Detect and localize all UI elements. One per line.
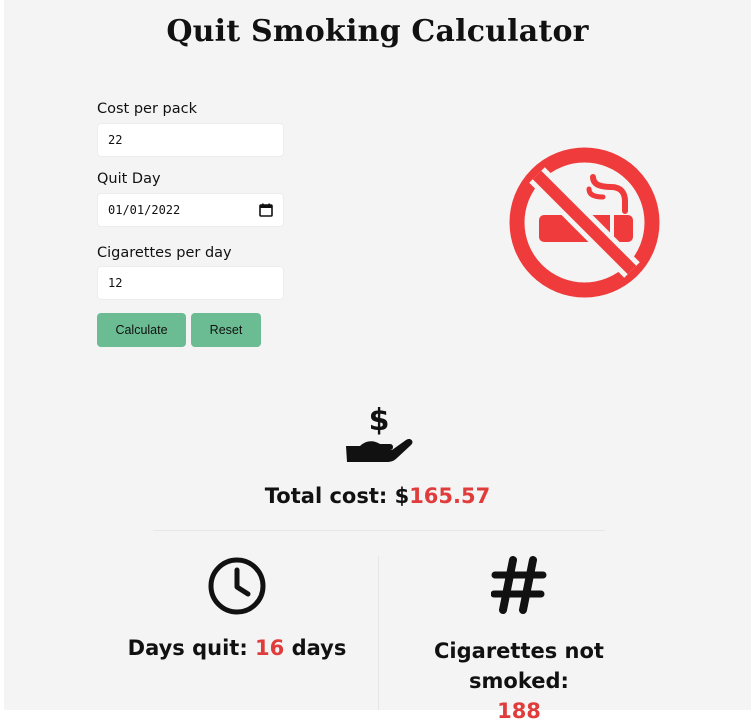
calculate-button[interactable]: Calculate — [97, 313, 186, 347]
quit-day-label: Quit Day — [97, 171, 161, 187]
calculator-page: Quit Smoking Calculator Cost per pack 22… — [4, 0, 751, 723]
results-divider — [153, 530, 605, 531]
days-quit-value: 16 — [255, 636, 285, 660]
reset-button[interactable]: Reset — [191, 313, 261, 347]
not-smoked-text: Cigarettes not smoked: 188 — [384, 636, 654, 726]
quit-day-value: 01/01/2022 — [108, 203, 181, 217]
results-column-divider — [378, 556, 379, 710]
cigarettes-per-day-label: Cigarettes per day — [97, 245, 232, 261]
hand-holding-dollar-icon: $ — [344, 402, 414, 464]
no-smoking-icon — [509, 147, 660, 298]
svg-text:$: $ — [369, 403, 390, 438]
cost-per-pack-input[interactable]: 22 — [97, 123, 284, 157]
cigarettes-per-day-value: 12 — [108, 276, 123, 290]
total-cost-label: Total cost: $ — [264, 484, 410, 508]
total-cost-value: 165.57 — [409, 484, 491, 508]
days-quit-label: Days quit: — [127, 636, 256, 660]
total-cost-text: Total cost: $165.57 — [4, 484, 751, 508]
quit-day-date-input[interactable]: 01/01/2022 — [97, 193, 284, 227]
cost-per-pack-label: Cost per pack — [97, 101, 197, 117]
cost-per-pack-value: 22 — [108, 133, 123, 147]
page-title: Quit Smoking Calculator — [166, 14, 589, 49]
not-smoked-label: Cigarettes not smoked: — [434, 639, 604, 693]
calendar-icon[interactable] — [259, 203, 273, 217]
days-quit-text: Days quit: 16 days — [54, 636, 420, 660]
not-smoked-value: 188 — [497, 699, 541, 723]
hashtag-icon — [490, 556, 547, 614]
clock-icon — [207, 556, 267, 616]
days-quit-unit: days — [284, 636, 347, 660]
cigarettes-per-day-input[interactable]: 12 — [97, 266, 284, 300]
